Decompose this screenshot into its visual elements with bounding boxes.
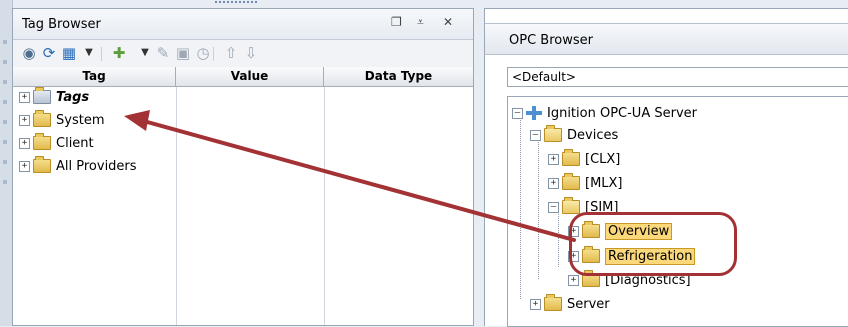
arrow-line: [138, 118, 576, 242]
arrowhead-icon: [124, 110, 150, 131]
annotation-arrow: [124, 110, 576, 242]
